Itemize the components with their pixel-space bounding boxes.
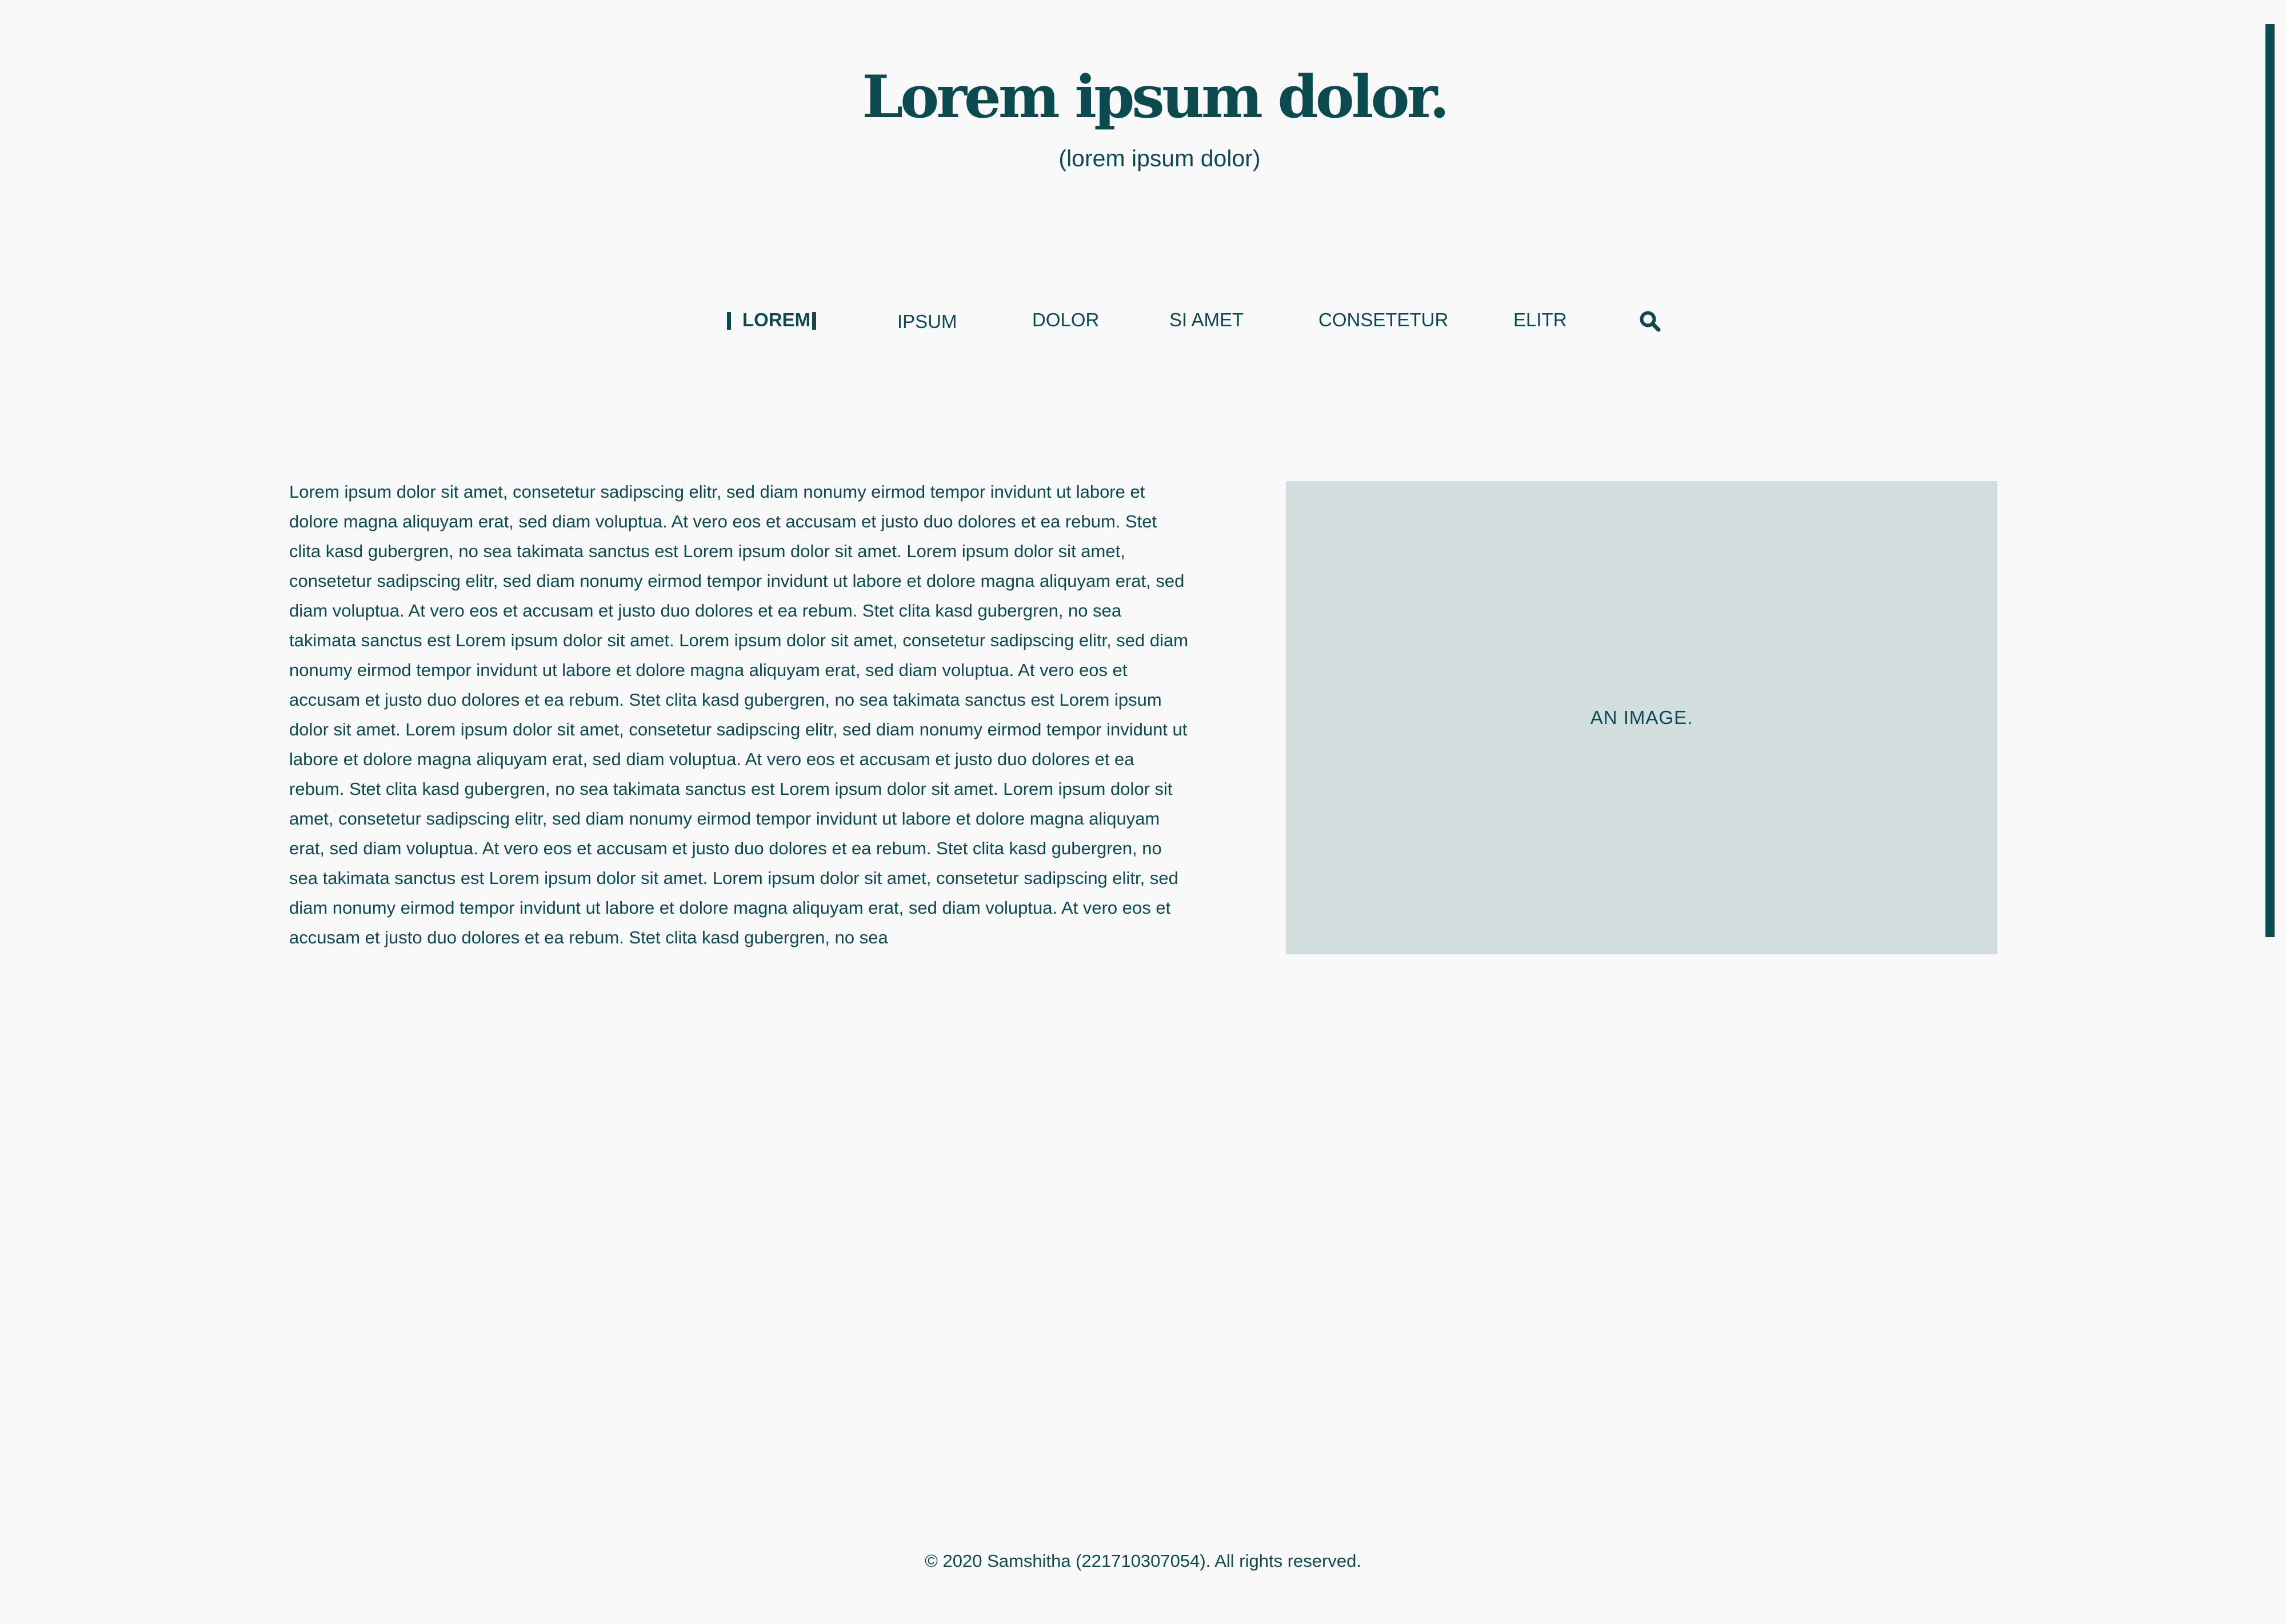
scrollbar[interactable]: [2265, 24, 2275, 937]
image-label: AN IMAGE.: [1590, 707, 1693, 728]
site-title: Lorem ipsum dolor.: [862, 63, 1450, 131]
image-placeholder: AN IMAGE.: [1286, 481, 1997, 954]
nav-item-consetetur[interactable]: CONSETETUR: [1318, 305, 1448, 335]
nav-item-si-amet[interactable]: SI AMET: [1169, 305, 1244, 335]
site-subtitle: (lorem ipsum dolor): [1058, 145, 1261, 171]
nav-item-dolor[interactable]: DOLOR: [1032, 305, 1099, 335]
footer-copyright: © 2020 Samshitha (221710307054). All rig…: [925, 1551, 1361, 1571]
search-icon[interactable]: [1638, 310, 1661, 333]
active-indicator-left: [727, 312, 731, 330]
nav-item-elitr[interactable]: ELITR: [1513, 305, 1567, 335]
main-nav: LOREM IPSUM DOLOR SI AMET CONSETETUR ELI…: [0, 305, 2286, 335]
active-indicator-right: [812, 312, 816, 330]
nav-item-ipsum[interactable]: IPSUM: [897, 307, 957, 337]
nav-item-lorem[interactable]: LOREM: [742, 305, 810, 335]
body-text: Lorem ipsum dolor sit amet, consetetur s…: [289, 482, 1189, 947]
